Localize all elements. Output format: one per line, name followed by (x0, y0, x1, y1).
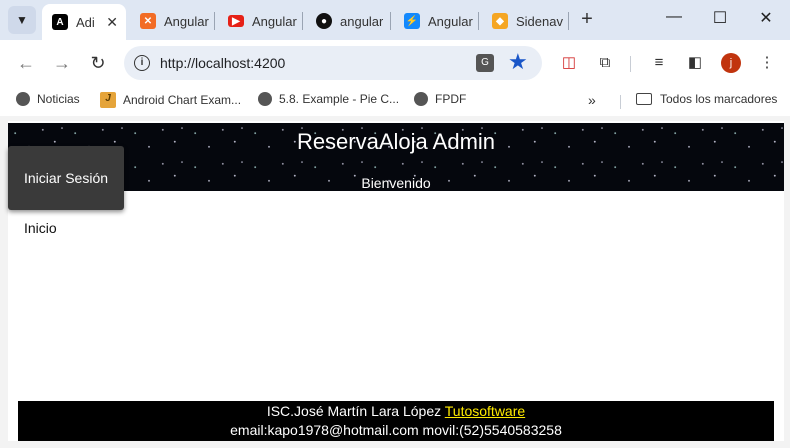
tab-title: angular (340, 13, 384, 29)
page-footer: ISC.José Martín Lara López Tutosoftware … (18, 401, 774, 441)
extension-icon[interactable]: ◫ (558, 52, 580, 74)
tab-title: Angular (252, 13, 297, 29)
bookmark-item[interactable]: J Android Chart Exam... (100, 92, 241, 108)
page-subtitle: Bienvenido (361, 175, 431, 191)
bookmark-label: Android Chart Exam... (123, 93, 242, 107)
bookmark-label: FPDF (435, 92, 467, 106)
tab-search-button[interactable]: ▼ (8, 6, 36, 34)
chevron-down-icon: ▼ (16, 13, 28, 27)
puzzle-icon[interactable]: ⧉ (594, 52, 616, 74)
bookmark-label: Noticias (37, 92, 80, 106)
all-bookmarks-label: Todos los marcadores (660, 92, 778, 106)
address-url[interactable]: http://localhost:4200 (160, 55, 285, 71)
tab-divider (302, 12, 303, 30)
browser-toolbar: ← → ↻ i http://localhost:4200 G ★ ◫ ⧉ ≡ … (0, 40, 790, 86)
tab-title: Adi (76, 14, 95, 30)
tab-xampp[interactable]: ✕ Angular (130, 6, 210, 36)
back-icon[interactable]: ← (14, 52, 38, 76)
stackblitz-icon: ⚡ (404, 13, 420, 29)
tab-sidenav[interactable]: ◆ Sidenav (482, 6, 566, 36)
bookmark-label: 5.8. Example - Pie C... (279, 92, 400, 106)
java-icon: J (100, 92, 116, 108)
page-header: ReservaAloja Admin Bienvenido (8, 123, 784, 191)
translate-icon[interactable]: G (476, 54, 494, 72)
nav-home-link[interactable]: Inicio (24, 220, 57, 236)
tab-divider (390, 12, 391, 30)
close-icon[interactable]: ✕ (106, 14, 118, 31)
folder-icon (636, 93, 652, 105)
tab-divider (478, 12, 479, 30)
tab-divider (214, 12, 215, 30)
shield-icon: ◆ (492, 13, 508, 29)
more-bookmarks-icon[interactable]: » (588, 92, 596, 108)
side-panel-icon[interactable]: ◧ (684, 52, 706, 74)
footer-company-link[interactable]: Tutosoftware (445, 403, 525, 419)
address-bar[interactable]: i http://localhost:4200 G ★ (124, 46, 542, 80)
site-info-icon[interactable]: i (134, 55, 150, 71)
globe-icon (16, 92, 30, 106)
angular-icon: A (52, 14, 68, 30)
youtube-icon: ▶ (228, 15, 244, 27)
reload-icon[interactable]: ↻ (86, 52, 110, 76)
page-viewport: ReservaAloja Admin Bienvenido Iniciar Se… (8, 121, 784, 441)
xampp-icon: ✕ (140, 13, 156, 29)
forward-icon[interactable]: → (50, 52, 74, 76)
media-icon[interactable]: ≡ (648, 52, 670, 74)
globe-icon (258, 92, 272, 106)
bookmark-item[interactable]: Noticias (16, 92, 80, 106)
minimize-icon[interactable]: — (664, 8, 684, 26)
close-window-icon[interactable]: ✕ (756, 8, 776, 28)
globe-icon (414, 92, 428, 106)
bookmark-item[interactable]: FPDF (414, 92, 466, 106)
bookmarks-divider (620, 95, 621, 109)
profile-avatar[interactable]: j (721, 53, 741, 73)
tab-divider (568, 12, 569, 30)
all-bookmarks[interactable]: Todos los marcadores (636, 92, 777, 106)
tab-title: Angular (164, 13, 209, 29)
bookmark-item[interactable]: 5.8. Example - Pie C... (258, 92, 399, 106)
login-button[interactable]: Iniciar Sesión (8, 146, 124, 210)
footer-author: ISC.José Martín Lara López (266, 403, 442, 419)
tab-title: Sidenav (516, 13, 563, 29)
new-tab-button[interactable]: + (575, 8, 599, 31)
bookmarks-bar: Noticias J Android Chart Exam... 5.8. Ex… (0, 86, 790, 116)
footer-credits: ISC.José Martín Lara López Tutosoftware (18, 403, 774, 419)
tab-strip: ▼ A Adi ✕ ✕ Angular ▶ Angular ● angular … (0, 0, 790, 40)
tab-youtube[interactable]: ▶ Angular (218, 6, 298, 36)
toolbar-divider (630, 56, 631, 72)
menu-icon[interactable]: ⋮ (756, 52, 778, 74)
github-icon: ● (316, 13, 332, 29)
tab-active[interactable]: A Adi ✕ (42, 4, 126, 40)
page-title: ReservaAloja Admin (296, 129, 496, 154)
maximize-icon[interactable]: ☐ (710, 8, 730, 28)
tab-title: Angular (428, 13, 473, 29)
tab-github[interactable]: ● angular (306, 6, 386, 36)
tab-stackblitz[interactable]: ⚡ Angular (394, 6, 474, 36)
bookmark-star-icon[interactable]: ★ (508, 49, 528, 75)
footer-contact: email:kapo1978@hotmail.com movil:(52)554… (230, 422, 562, 438)
